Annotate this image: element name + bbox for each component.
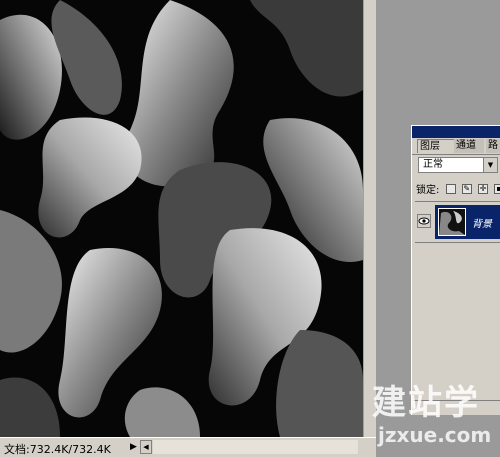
lock-all-icon[interactable]: ▪ <box>494 183 500 194</box>
tab-paths[interactable]: 路 <box>486 139 500 153</box>
site-watermark: 建站学 jzxue.com <box>372 375 497 453</box>
document-size-info: 文档:732.4K/732.4K <box>4 443 111 456</box>
watermark-subtext: jzxue.com <box>378 423 492 447</box>
horizontal-scrollbar[interactable] <box>153 440 358 454</box>
lock-move-icon[interactable]: ✛ <box>477 183 488 194</box>
panel-titlebar[interactable] <box>412 126 500 138</box>
watermark-title: 建站学 <box>372 383 480 423</box>
tab-layers[interactable]: 图层 <box>417 139 455 153</box>
visibility-eye-icon[interactable] <box>417 214 431 228</box>
image-canvas[interactable] <box>0 0 363 437</box>
layer-thumbnail <box>438 208 466 236</box>
document-window: 文档:732.4K/732.4K ▶ ◀ <box>0 0 376 457</box>
lock-brush-icon[interactable]: ✎ <box>461 183 472 194</box>
status-menu-arrow-icon[interactable]: ▶ <box>130 442 137 452</box>
blend-mode-value: 正常 <box>423 159 443 170</box>
lock-label: 锁定: <box>416 185 440 196</box>
lock-row: 锁定: ✎ ✛ ▪ <box>416 181 500 196</box>
status-bar: 文档:732.4K/732.4K ▶ ◀ <box>0 437 376 457</box>
panel-tabs: 图层 通道 路 <box>412 138 500 155</box>
scroll-left-arrow-icon[interactable]: ◀ <box>140 440 152 454</box>
layer-name: 背景 <box>472 219 492 230</box>
chevron-down-icon[interactable]: ▼ <box>483 158 497 172</box>
blend-mode-select[interactable]: 正常 ▼ <box>418 157 498 173</box>
layer-row[interactable]: 背景 <box>415 201 500 243</box>
tab-channels[interactable]: 通道 <box>454 139 484 153</box>
lock-transparency-icon[interactable] <box>445 183 456 194</box>
layer-selected-highlight[interactable]: 背景 <box>435 205 500 239</box>
abstract-swirl-artwork <box>0 0 363 437</box>
layers-panel: 图层 通道 路 正常 ▼ 锁定: ✎ ✛ ▪ 背景 <box>411 125 500 415</box>
vertical-scrollbar[interactable] <box>363 0 376 437</box>
